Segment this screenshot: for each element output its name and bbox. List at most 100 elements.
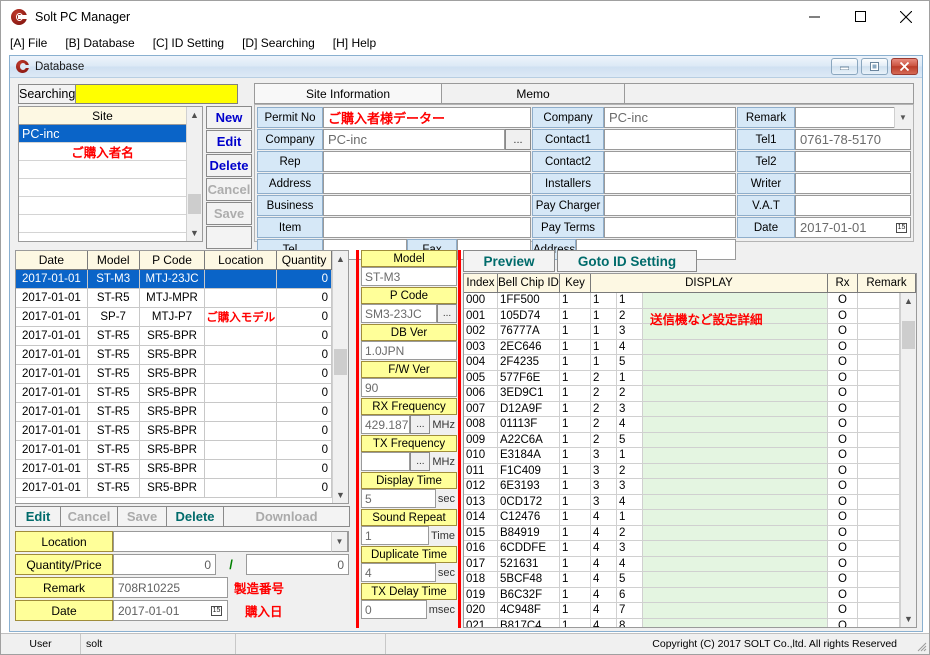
model-field-value[interactable]: 4 <box>361 563 436 582</box>
scrollbar-track[interactable] <box>333 267 348 487</box>
restore-icon[interactable] <box>861 58 888 75</box>
scrollbar-track[interactable] <box>187 123 202 225</box>
id-row[interactable]: 010 E3184A 1 3 1 O <box>464 448 900 464</box>
model-field-value[interactable] <box>361 452 411 471</box>
maximize-icon[interactable] <box>837 1 883 32</box>
permit-no-value[interactable]: ご購入者様データー <box>323 107 531 128</box>
model-field-value[interactable]: ST-M3 <box>361 267 457 286</box>
product-row[interactable]: 2017-01-01 ST-R5 SR5-BPR 0 <box>16 384 332 403</box>
id-row[interactable]: 002 76777A 1 1 3 O <box>464 324 900 340</box>
company-browse-button[interactable]: ... <box>505 129 531 150</box>
model-field-browse-button[interactable]: ... <box>437 304 457 323</box>
id-row[interactable]: 007 D12A9F 1 2 3 O <box>464 401 900 417</box>
id-row[interactable]: 004 2F4235 1 1 5 O <box>464 355 900 371</box>
id-row[interactable]: 013 0CD172 1 3 4 O <box>464 494 900 510</box>
product-row[interactable]: 2017-01-01 ST-R5 MTJ-MPR 0 <box>16 289 332 308</box>
id-row[interactable]: 017 521631 1 4 4 O <box>464 556 900 572</box>
goto-id-setting-button[interactable]: Goto ID Setting <box>557 250 697 272</box>
id-row[interactable]: 001 105D74 1 1 2 O <box>464 308 900 324</box>
address-value[interactable] <box>323 173 531 194</box>
menu-item-id-setting[interactable]: [C] ID Setting <box>153 34 233 52</box>
model-field-value[interactable]: 90 <box>361 378 457 397</box>
scroll-up-icon[interactable]: ▲ <box>901 293 916 309</box>
item-value[interactable] <box>323 217 531 238</box>
minimize-icon[interactable] <box>791 1 837 32</box>
product-row[interactable]: 2017-01-01 ST-M3 MTJ-23JC 0 <box>16 270 332 289</box>
model-field-value[interactable]: 1 <box>361 526 429 545</box>
menu-item-file[interactable]: [A] File <box>10 34 56 52</box>
rep-value[interactable] <box>323 151 531 172</box>
site-list-item[interactable]: PC-inc <box>19 125 186 143</box>
product-row[interactable]: 2017-01-01 ST-R5 SR5-BPR 0 <box>16 460 332 479</box>
menu-item-help[interactable]: [H] Help <box>333 34 385 52</box>
vat-value[interactable] <box>795 195 911 216</box>
product-row[interactable]: 2017-01-01 ST-R5 SR5-BPR 0 <box>16 327 332 346</box>
id-row[interactable]: 020 4C948F 1 4 7 O <box>464 603 900 619</box>
id-row[interactable]: 016 6CDDFE 1 4 3 O <box>464 541 900 557</box>
id-row[interactable]: 006 3ED9C1 1 2 2 O <box>464 386 900 402</box>
id-row[interactable]: 018 5BCF48 1 4 5 O <box>464 572 900 588</box>
id-row[interactable]: 008 01113F 1 2 4 O <box>464 417 900 433</box>
scrollbar-track[interactable] <box>901 309 916 611</box>
product-location-value[interactable] <box>113 531 349 552</box>
scroll-down-icon[interactable]: ▼ <box>901 611 916 627</box>
site-list-item[interactable] <box>19 197 186 215</box>
tel1-value[interactable]: 0761-78-5170 <box>795 129 911 150</box>
product-row[interactable]: 2017-01-01 ST-R5 SR5-BPR 0 <box>16 479 332 498</box>
id-grid-scrollbar[interactable]: ▲ ▼ <box>900 293 916 627</box>
id-row[interactable]: 015 B84919 1 4 2 O <box>464 525 900 541</box>
edit-button[interactable]: Edit <box>206 130 252 153</box>
installers-value[interactable] <box>604 173 736 194</box>
scrollbar-thumb[interactable] <box>902 321 915 349</box>
price-value[interactable]: 0 <box>246 554 349 575</box>
close-icon[interactable] <box>883 1 929 32</box>
writer-value[interactable] <box>795 173 911 194</box>
menu-item-searching[interactable]: [D] Searching <box>242 34 324 52</box>
product-delete-button[interactable]: Delete <box>166 506 224 527</box>
scrollbar-thumb[interactable] <box>188 194 201 214</box>
id-row[interactable]: 000 1FF500 1 1 1 O <box>464 293 900 309</box>
pay-terms-value[interactable] <box>604 217 736 238</box>
id-row[interactable]: 003 2EC646 1 1 4 O <box>464 339 900 355</box>
site-list-scrollbar[interactable]: ▲ ▼ <box>186 107 202 241</box>
product-row[interactable]: 2017-01-01 ST-R5 SR5-BPR 0 <box>16 403 332 422</box>
scrollbar-thumb[interactable] <box>334 349 347 375</box>
id-row[interactable]: 011 F1C409 1 3 2 O <box>464 463 900 479</box>
calendar-icon[interactable]: 15 <box>893 217 910 238</box>
product-row[interactable]: 2017-01-01 ST-R5 SR5-BPR 0 <box>16 346 332 365</box>
scroll-down-icon[interactable]: ▼ <box>333 487 348 503</box>
model-field-value[interactable]: 0 <box>361 600 427 619</box>
site-list-item[interactable] <box>19 233 186 241</box>
model-field-value[interactable]: SM3-23JC <box>361 304 437 323</box>
product-edit-button[interactable]: Edit <box>15 506 61 527</box>
minimize-icon[interactable] <box>831 58 858 75</box>
id-row[interactable]: 019 B6C32F 1 4 6 O <box>464 587 900 603</box>
resize-grip-icon[interactable] <box>915 634 929 654</box>
new-button[interactable]: New <box>206 106 252 129</box>
id-row[interactable]: 005 577F6E 1 2 1 O <box>464 370 900 386</box>
scroll-up-icon[interactable]: ▲ <box>187 107 202 123</box>
model-field-value[interactable]: 5 <box>361 489 436 508</box>
tel2-value[interactable] <box>795 151 911 172</box>
close-icon[interactable] <box>891 58 918 75</box>
quantity-value[interactable]: 0 <box>113 554 216 575</box>
delete-button[interactable]: Delete <box>206 154 252 177</box>
product-row[interactable]: 2017-01-01 SP-7 MTJ-P7 ご購入モデル 0 <box>16 308 332 327</box>
company2-value[interactable]: PC-inc <box>604 107 736 128</box>
product-remark-value[interactable]: 708R10225 <box>113 577 228 598</box>
search-input[interactable] <box>76 84 239 104</box>
id-row[interactable]: 014 C12476 1 4 1 O <box>464 510 900 526</box>
model-field-browse-button[interactable]: ... <box>410 452 431 471</box>
site-list-item[interactable] <box>19 215 186 233</box>
chevron-down-icon[interactable]: ▼ <box>894 107 911 128</box>
tab-memo[interactable]: Memo <box>441 83 625 104</box>
pay-charger-value[interactable] <box>604 195 736 216</box>
id-row[interactable]: 009 A22C6A 1 2 5 O <box>464 432 900 448</box>
product-row[interactable]: 2017-01-01 ST-R5 SR5-BPR 0 <box>16 422 332 441</box>
preview-button[interactable]: Preview <box>463 250 555 272</box>
contact2-value[interactable] <box>604 151 736 172</box>
contact1-value[interactable] <box>604 129 736 150</box>
id-row[interactable]: 012 6E3193 1 3 3 O <box>464 479 900 495</box>
product-row[interactable]: 2017-01-01 ST-R5 SR5-BPR 0 <box>16 365 332 384</box>
product-row[interactable]: 2017-01-01 ST-R5 SR5-BPR 0 <box>16 441 332 460</box>
